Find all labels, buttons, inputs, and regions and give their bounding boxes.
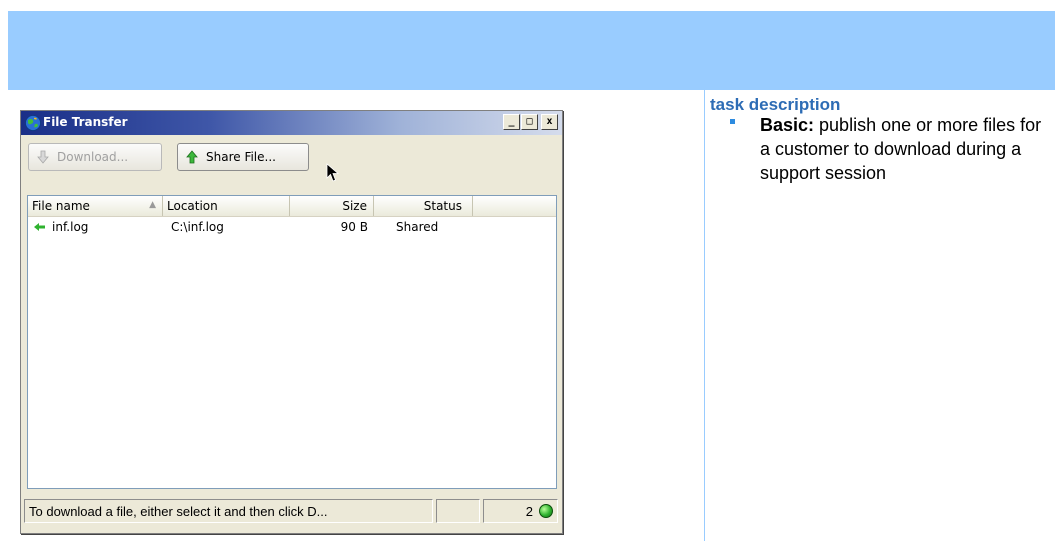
status-bar: To download a file, either select it and… — [24, 499, 558, 523]
column-header-location[interactable]: Location — [163, 196, 290, 216]
status-blank-panel — [436, 499, 480, 523]
minimize-button[interactable]: _ — [503, 114, 520, 130]
status-message: To download a file, either select it and… — [24, 499, 433, 523]
file-size: 90 B — [340, 220, 368, 234]
column-header-file-name-label: File name — [32, 199, 90, 213]
maximize-button[interactable]: □ — [521, 114, 538, 130]
shared-arrow-icon — [34, 223, 45, 231]
file-list[interactable]: File name ▲ Location Size Status inf.log… — [27, 195, 557, 489]
download-button[interactable]: Download... — [28, 143, 162, 171]
column-header-status[interactable]: Status — [374, 196, 473, 216]
column-header-filler — [473, 196, 556, 216]
connection-status-icon — [539, 504, 553, 518]
file-location: C:\inf.log — [171, 220, 224, 234]
task-description-heading: task description — [710, 95, 841, 114]
mouse-pointer-icon — [326, 163, 340, 182]
sort-ascending-icon: ▲ — [149, 200, 156, 210]
toolbar: Download... Share File... — [21, 135, 562, 182]
window-title: File Transfer — [43, 115, 128, 129]
download-arrow-icon — [35, 149, 51, 165]
close-button[interactable]: x — [541, 114, 558, 130]
file-transfer-window: File Transfer _ □ x Download... Share Fi… — [20, 110, 563, 534]
bullet-icon — [730, 119, 735, 124]
task-bullet-label: Basic: — [760, 115, 815, 135]
share-file-button-label: Share File... — [206, 150, 276, 164]
share-file-button[interactable]: Share File... — [177, 143, 309, 171]
column-header-file-name[interactable]: File name ▲ — [28, 196, 163, 216]
task-bullet-text: Basic: publish one or more files for a c… — [760, 113, 1050, 185]
title-bar[interactable]: File Transfer _ □ x — [21, 111, 562, 135]
column-header-size[interactable]: Size — [290, 196, 374, 216]
file-name-cell: inf.log — [28, 218, 163, 236]
download-button-label: Download... — [57, 150, 129, 164]
file-row[interactable]: inf.log C:\inf.log 90 B Shared — [28, 218, 556, 236]
upload-arrow-icon — [184, 149, 200, 165]
header-band — [8, 11, 1055, 90]
file-name: inf.log — [52, 220, 89, 234]
panel-divider — [704, 11, 705, 541]
status-count: 2 — [525, 503, 533, 519]
file-status: Shared — [396, 220, 439, 234]
globe-icon — [25, 115, 41, 131]
status-count-panel: 2 — [483, 499, 558, 523]
file-list-header: File name ▲ Location Size Status — [28, 196, 556, 217]
